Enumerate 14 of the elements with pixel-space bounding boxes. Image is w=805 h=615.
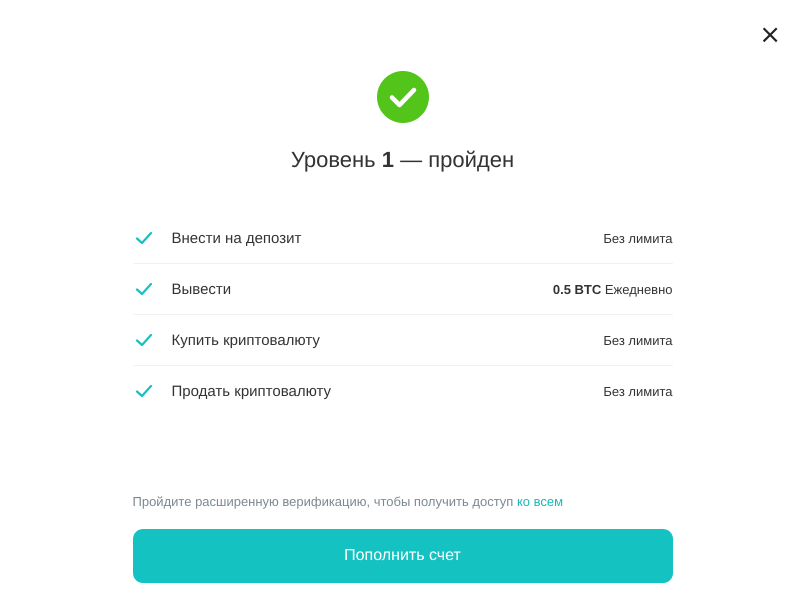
limit-name: Продать криптовалюту [172,382,332,400]
limit-value: 0.5 BTC Ежедневно [552,282,672,296]
close-button[interactable]: × [755,22,785,48]
limit-name: Вывести [172,280,232,298]
limit-value: Без лимита [603,230,672,246]
limit-name: Внести на депозит [172,230,302,246]
top-up-button[interactable]: Пополнить счет [132,529,672,583]
limit-value: Без лимита [603,384,672,398]
limit-name: Купить криптовалюту [172,332,321,348]
limit-value: Без лимита [603,332,672,348]
level-title: Уровень 1 — пройден [290,147,514,173]
success-check-icon [376,71,428,123]
all-link[interactable]: ко всем [516,494,564,509]
verification-hint: Пройдите расширенную верификацию, чтобы получить доступ [132,494,514,509]
